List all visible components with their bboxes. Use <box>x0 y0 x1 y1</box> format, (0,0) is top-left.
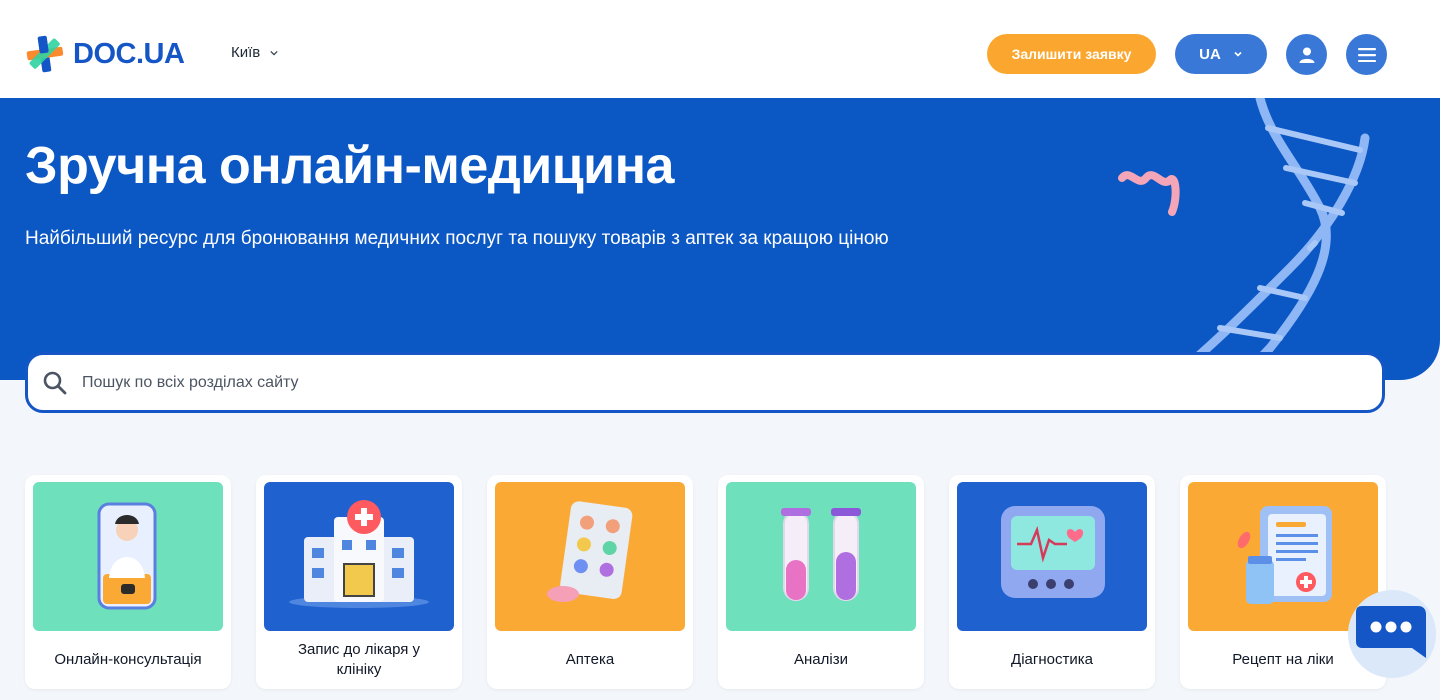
category-card-clinic-appointment[interactable]: Запис до лікаря у клініку <box>256 475 462 689</box>
leave-request-button[interactable]: Залишити заявку <box>987 34 1156 74</box>
category-cards: Онлайн-консультація Запис до лікаря у кл… <box>25 475 1386 700</box>
category-card-pharmacy[interactable]: Аптека <box>487 475 693 689</box>
dna-illustration-icon <box>1118 98 1370 380</box>
site-header: DOC.UA Київ Залишити заявку UA <box>0 0 1440 98</box>
hospital-icon <box>264 482 454 631</box>
logo-text: DOC.UA <box>73 37 185 70</box>
language-selector[interactable]: UA <box>1175 34 1267 74</box>
user-account-button[interactable] <box>1286 34 1327 75</box>
user-icon <box>1299 47 1314 63</box>
hero-title: Зручна онлайн-медицина <box>25 137 674 195</box>
search-input[interactable] <box>82 373 1332 392</box>
pills-icon <box>495 482 685 631</box>
hero-banner: Зручна онлайн-медицина Найбільший ресурс… <box>0 98 1440 380</box>
hamburger-icon <box>1357 47 1376 62</box>
chat-bubble-icon <box>1356 606 1426 658</box>
category-card-diagnostics[interactable]: Діагностика <box>949 475 1155 689</box>
category-card-online-consultation[interactable]: Онлайн-консультація <box>25 475 231 689</box>
city-selector[interactable]: Київ <box>231 44 278 61</box>
test-tubes-icon <box>726 482 916 631</box>
city-label: Київ <box>231 44 261 61</box>
language-label: UA <box>1199 45 1221 63</box>
logo-icon <box>25 34 65 74</box>
doctor-phone-icon <box>33 482 223 631</box>
chevron-down-icon <box>1234 51 1242 57</box>
category-card-lab-tests[interactable]: Аналізи <box>718 475 924 689</box>
hero-subtitle: Найбільший ресурс для бронювання медични… <box>25 228 889 249</box>
site-search-bar[interactable] <box>25 352 1385 413</box>
category-label: Аптека <box>565 651 615 668</box>
category-label: Запис до лікаря у клініку <box>297 641 421 678</box>
category-label: Діагностика <box>1011 651 1093 668</box>
chat-widget-button[interactable] <box>1348 590 1436 678</box>
chevron-down-icon <box>270 50 278 55</box>
logo-link[interactable]: DOC.UA <box>25 34 185 74</box>
category-label: Онлайн-консультація <box>54 651 202 668</box>
prescription-icon <box>1188 482 1378 631</box>
search-icon <box>43 371 67 394</box>
menu-button[interactable] <box>1346 34 1387 75</box>
category-label: Аналізи <box>794 651 848 668</box>
monitor-icon <box>957 482 1147 631</box>
